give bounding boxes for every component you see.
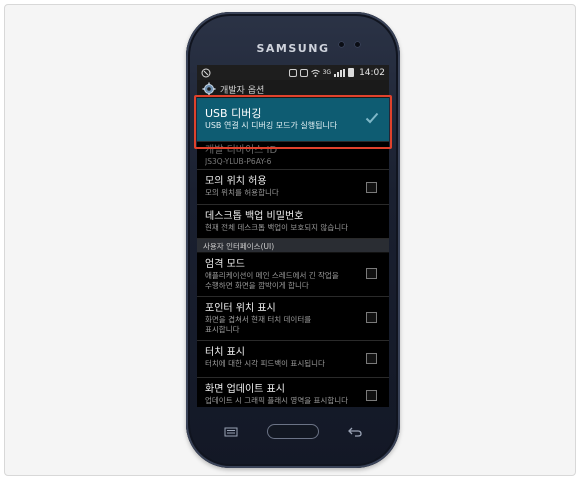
section-header-ui: 사용자 인터페이스(UI) (197, 239, 389, 253)
show-screen-updates-subtitle: 업데이트 시 그래픽 플래시 영역을 표시합니다 (205, 396, 349, 405)
home-button[interactable] (267, 424, 319, 439)
device-id-row[interactable]: 개발 디바이스 ID JS3Q-YLUB-P6AY-6 (197, 142, 389, 170)
strict-mode-subtitle-1: 애플리케이션이 메인 스레드에서 긴 작업을 (205, 271, 339, 280)
pointer-location-checkbox[interactable] (366, 312, 377, 323)
status-time: 14:02 (359, 67, 385, 78)
menu-key-icon[interactable] (224, 427, 238, 437)
front-camera-icon (338, 41, 345, 48)
desktop-backup-subtitle: 현재 전체 데스크톱 백업이 보호되지 않습니다 (205, 223, 349, 232)
show-touches-title: 터치 표시 (205, 347, 245, 358)
show-touches-checkbox[interactable] (366, 353, 377, 364)
pointer-location-subtitle-1: 화면을 겹쳐서 현재 터치 데이터를 (205, 315, 312, 324)
signal-icon (334, 68, 346, 77)
mock-location-checkbox[interactable] (366, 182, 377, 193)
checkmark-icon[interactable] (365, 112, 379, 124)
pointer-location-row[interactable]: 포인터 위치 표시 화면을 겹쳐서 현재 터치 데이터를 표시합니다 (197, 297, 389, 341)
desktop-backup-title: 데스크톱 백업 비밀번호 (205, 211, 304, 222)
strict-mode-subtitle-2: 수행하면 화면을 깜박이게 합니다 (205, 281, 309, 290)
mock-location-subtitle: 모의 위치를 허용합니다 (205, 188, 279, 197)
phone-brand-logo: SAMSUNG (256, 42, 330, 55)
pointer-location-subtitle-2: 표시합니다 (205, 325, 240, 334)
usb-debug-icon (201, 68, 211, 77)
strict-mode-row[interactable]: 엄격 모드 애플리케이션이 메인 스레드에서 긴 작업을 수행하면 화면을 깜박… (197, 253, 389, 297)
mock-location-title: 모의 위치 허용 (205, 176, 267, 187)
device-id-title: 개발 디바이스 ID (205, 145, 278, 156)
wifi-icon (310, 69, 320, 77)
show-touches-row[interactable]: 터치 표시 터치에 대한 시각 피드백이 표시됩니다 (197, 341, 389, 378)
show-screen-updates-row[interactable]: 화면 업데이트 표시 업데이트 시 그래픽 플래시 영역을 표시합니다 (197, 378, 389, 407)
strict-mode-title: 엄격 모드 (205, 259, 245, 270)
page-title: 개발자 옵션 (220, 85, 265, 96)
battery-icon (348, 68, 355, 77)
mock-location-row[interactable]: 모의 위치 허용 모의 위치를 허용합니다 (197, 170, 389, 205)
notification-icon (288, 68, 297, 77)
show-screen-updates-title: 화면 업데이트 표시 (205, 384, 285, 395)
usb-debugging-row[interactable]: USB 디버깅 USB 연결 시 디버깅 모드가 실행됩니다 (197, 98, 389, 142)
proximity-sensor-icon (354, 41, 361, 48)
settings-list: USB 디버깅 USB 연결 시 디버깅 모드가 실행됩니다 개발 디바이스 I… (197, 98, 389, 407)
back-key-icon[interactable] (348, 426, 362, 437)
phone-screen: 3G 14:02 개발자 옵션 USB 디버깅 USB 연결 시 디버깅 모드가… (197, 65, 389, 407)
usb-debugging-title: USB 디버깅 (205, 107, 262, 120)
desktop-backup-password-row[interactable]: 데스크톱 백업 비밀번호 현재 전체 데스크톱 백업이 보호되지 않습니다 (197, 205, 389, 239)
pointer-location-title: 포인터 위치 표시 (205, 303, 276, 314)
usb-icon (299, 68, 308, 77)
network-type-label: 3G (322, 69, 332, 76)
settings-title-bar: 개발자 옵션 (197, 80, 389, 98)
strict-mode-checkbox[interactable] (366, 268, 377, 279)
show-screen-updates-checkbox[interactable] (366, 390, 377, 401)
device-id-value: JS3Q-YLUB-P6AY-6 (205, 157, 272, 166)
show-touches-subtitle: 터치에 대한 시각 피드백이 표시됩니다 (205, 359, 325, 368)
gear-icon (202, 82, 216, 96)
status-bar: 3G 14:02 (197, 65, 389, 80)
usb-debugging-subtitle: USB 연결 시 디버깅 모드가 실행됩니다 (205, 121, 338, 130)
